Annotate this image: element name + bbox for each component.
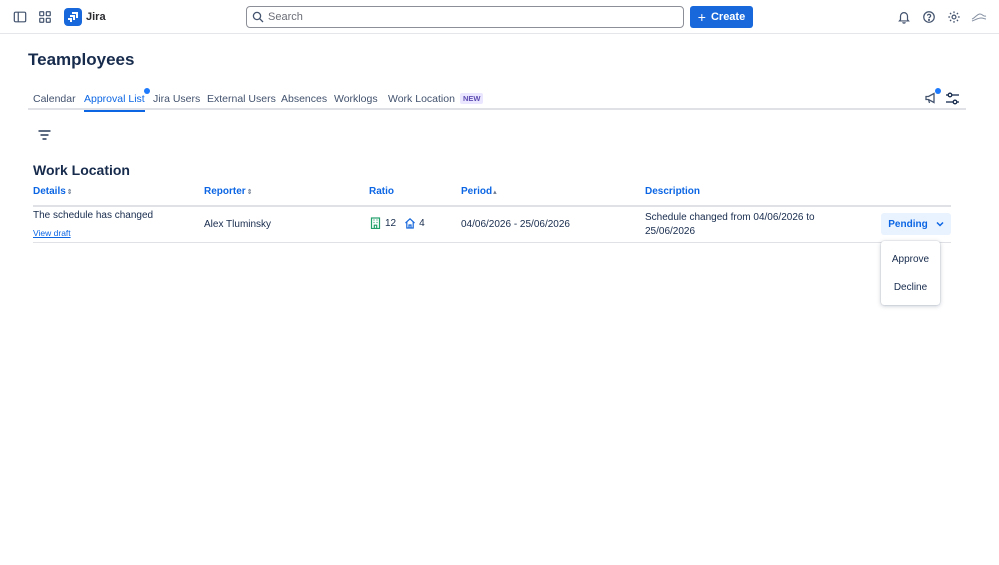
jira-logo-icon[interactable] bbox=[64, 8, 82, 26]
decline-menu-item[interactable]: Decline bbox=[881, 274, 940, 300]
approve-menu-item[interactable]: Approve bbox=[881, 246, 940, 272]
column-header-label: Description bbox=[645, 186, 701, 197]
home-days-count: 4 bbox=[419, 217, 425, 229]
filter-icon[interactable] bbox=[37, 128, 52, 142]
sort-icon: ⇕ bbox=[246, 189, 253, 196]
column-header-label: Details bbox=[33, 186, 66, 197]
tab-jira-users[interactable]: Jira Users bbox=[153, 93, 200, 105]
tab-bar: Calendar Approval List Jira Users Extern… bbox=[28, 88, 966, 112]
page-title: Teamployees bbox=[28, 50, 135, 69]
top-navigation-bar: Jira + Create bbox=[0, 0, 999, 34]
sort-icon: ▴ bbox=[493, 189, 497, 196]
column-header-label: Ratio bbox=[369, 186, 394, 197]
office-building-icon bbox=[370, 217, 381, 229]
row-description-line-2: 25/06/2026 bbox=[645, 226, 696, 237]
tab-calendar[interactable]: Calendar bbox=[33, 93, 76, 105]
status-label: Pending bbox=[888, 218, 928, 230]
table-row-divider bbox=[33, 242, 951, 243]
search-box[interactable] bbox=[246, 6, 684, 28]
tab-work-location[interactable]: Work Location NEW bbox=[388, 93, 484, 105]
notification-dot bbox=[935, 88, 941, 94]
tab-approval-list[interactable]: Approval List bbox=[84, 88, 150, 112]
bell-icon[interactable] bbox=[896, 9, 912, 25]
gear-icon[interactable] bbox=[946, 9, 962, 25]
view-draft-link[interactable]: View draft bbox=[33, 228, 71, 238]
sidebar-toggle-icon[interactable] bbox=[12, 9, 28, 25]
tab-external-users[interactable]: External Users bbox=[207, 93, 276, 105]
column-header-label: Period bbox=[461, 186, 493, 197]
help-icon[interactable] bbox=[921, 9, 937, 25]
chevron-down-icon bbox=[936, 221, 944, 227]
tab-approval-list-label: Approval List bbox=[84, 93, 145, 105]
row-description-line-1: Schedule changed from 04/06/2026 to bbox=[645, 212, 815, 223]
new-badge: NEW bbox=[459, 93, 484, 104]
table-header-divider bbox=[33, 205, 951, 207]
column-header-ratio: Ratio bbox=[369, 186, 394, 197]
row-period: 04/06/2026 - 25/06/2026 bbox=[461, 219, 570, 230]
section-title: Work Location bbox=[33, 162, 130, 178]
office-days-count: 12 bbox=[385, 217, 397, 229]
app-name[interactable]: Jira bbox=[86, 11, 106, 23]
notification-dot bbox=[143, 88, 150, 94]
avatar-icon[interactable] bbox=[971, 10, 987, 24]
sort-icon: ⇕ bbox=[66, 189, 73, 196]
tab-work-location-label: Work Location bbox=[388, 93, 455, 105]
status-menu: Approve Decline bbox=[881, 241, 940, 305]
home-icon bbox=[405, 217, 416, 229]
create-button-label: Create bbox=[710, 11, 746, 23]
column-header-label: Reporter bbox=[204, 186, 246, 197]
column-header-reporter[interactable]: Reporter⇕ bbox=[204, 186, 253, 197]
column-header-details[interactable]: Details⇕ bbox=[33, 186, 73, 197]
megaphone-icon[interactable] bbox=[924, 88, 941, 105]
status-dropdown-button[interactable]: Pending bbox=[881, 213, 951, 235]
search-icon bbox=[252, 11, 264, 23]
plus-icon: + bbox=[697, 9, 706, 25]
tab-worklogs[interactable]: Worklogs bbox=[334, 93, 378, 105]
app-switcher-icon[interactable] bbox=[37, 9, 53, 25]
column-header-description: Description bbox=[645, 186, 700, 197]
row-ratio: 12 4 bbox=[370, 217, 425, 229]
search-input[interactable] bbox=[268, 11, 668, 23]
settings-sliders-icon[interactable] bbox=[945, 92, 960, 105]
create-button[interactable]: + Create bbox=[690, 6, 753, 28]
tab-absences[interactable]: Absences bbox=[281, 93, 327, 105]
row-reporter: Alex Tluminsky bbox=[204, 219, 272, 230]
row-details: The schedule has changed bbox=[33, 210, 154, 221]
column-header-period[interactable]: Period▴ bbox=[461, 186, 497, 197]
